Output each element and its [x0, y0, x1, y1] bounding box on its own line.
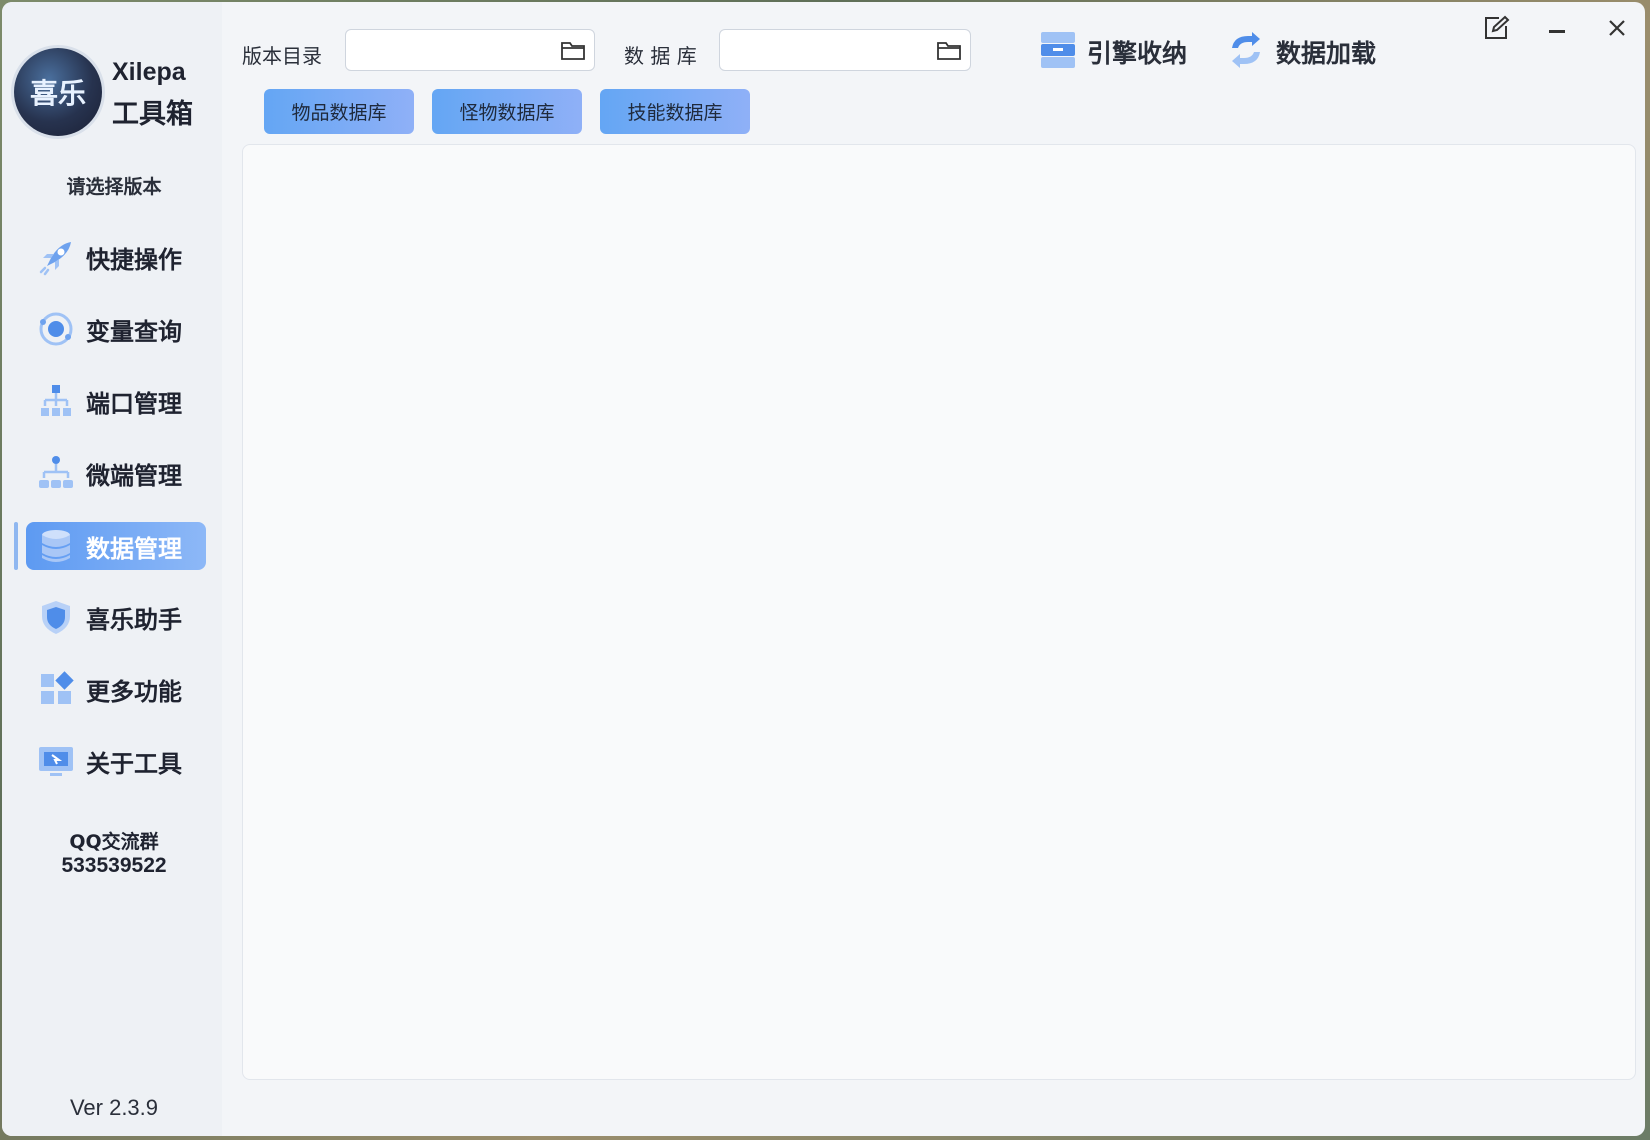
- sidebar-item-variable-query[interactable]: 变量查询: [26, 305, 206, 353]
- active-indicator: [14, 522, 18, 570]
- engine-storage-label: 引擎收纳: [1087, 39, 1188, 68]
- logo-text: 喜乐: [29, 77, 86, 110]
- sidebar-item-data-management[interactable]: 数据管理: [26, 522, 206, 570]
- sidebar-item-about[interactable]: 关于工具: [26, 737, 206, 785]
- tab-skill-database[interactable]: 技能数据库: [600, 89, 750, 134]
- tab-item-database[interactable]: 物品数据库: [264, 89, 414, 134]
- sync-icon: [1226, 30, 1266, 74]
- sidebar-item-label: 关于工具: [86, 749, 182, 778]
- apps-icon: [36, 669, 76, 709]
- network-icon: [36, 381, 76, 421]
- database-input[interactable]: [728, 30, 932, 72]
- shield-icon: [36, 597, 76, 637]
- tab-monster-database[interactable]: 怪物数据库: [432, 89, 582, 134]
- sidebar-item-microclient-management[interactable]: 微端管理: [26, 449, 206, 497]
- sidebar: 喜乐 Xilepa 工具箱 请选择版本 快捷操作 变量查询 端口管理 微端管理 …: [2, 2, 222, 1136]
- database-icon: [36, 526, 76, 566]
- content-panel: [242, 144, 1636, 1080]
- sidebar-item-label: 更多功能: [86, 677, 182, 706]
- folder-icon[interactable]: [936, 39, 962, 61]
- brand-subtitle: 工具箱: [112, 99, 193, 130]
- sidebar-item-assistant[interactable]: 喜乐助手: [26, 593, 206, 641]
- rocket-icon: [36, 237, 76, 277]
- edit-icon[interactable]: [1477, 12, 1517, 44]
- app-logo: 喜乐: [14, 48, 102, 136]
- database-label: 数 据 库: [624, 44, 697, 68]
- sidebar-item-label: 变量查询: [86, 317, 182, 346]
- sidebar-item-label: 微端管理: [86, 461, 182, 490]
- data-load-label: 数据加载: [1276, 39, 1377, 68]
- qq-group-number: 533539522: [61, 854, 167, 877]
- brand-name: Xilepa: [112, 58, 186, 86]
- folder-icon[interactable]: [560, 39, 586, 61]
- database-field[interactable]: [719, 29, 971, 72]
- sidebar-item-label: 喜乐助手: [86, 605, 182, 634]
- version-select-prompt[interactable]: 请选择版本: [2, 172, 226, 199]
- hierarchy-icon: [36, 453, 76, 493]
- app-window: 喜乐 Xilepa 工具箱 请选择版本 快捷操作 变量查询 端口管理 微端管理 …: [2, 2, 1645, 1136]
- sidebar-item-quick-actions[interactable]: 快捷操作: [26, 233, 206, 281]
- close-icon[interactable]: [1597, 12, 1637, 44]
- version-dir-field[interactable]: [345, 29, 595, 72]
- version-dir-label: 版本目录: [242, 44, 322, 68]
- qq-group-title: QQ交流群: [69, 831, 159, 853]
- sidebar-item-port-management[interactable]: 端口管理: [26, 377, 206, 425]
- sidebar-item-label: 快捷操作: [86, 245, 182, 274]
- minimize-icon[interactable]: [1537, 12, 1577, 44]
- engine-storage-button[interactable]: 引擎收纳: [1039, 30, 1187, 74]
- sidebar-item-label: 数据管理: [86, 534, 182, 563]
- sidebar-item-label: 端口管理: [86, 389, 182, 418]
- monitor-icon: [36, 741, 76, 781]
- orbit-icon: [36, 309, 76, 349]
- version-dir-input[interactable]: [354, 30, 558, 72]
- version-label: Ver 2.3.9: [69, 1095, 159, 1120]
- cabinet-icon: [1039, 30, 1077, 74]
- sidebar-item-more-features[interactable]: 更多功能: [26, 665, 206, 713]
- data-load-button[interactable]: 数据加载: [1226, 30, 1376, 74]
